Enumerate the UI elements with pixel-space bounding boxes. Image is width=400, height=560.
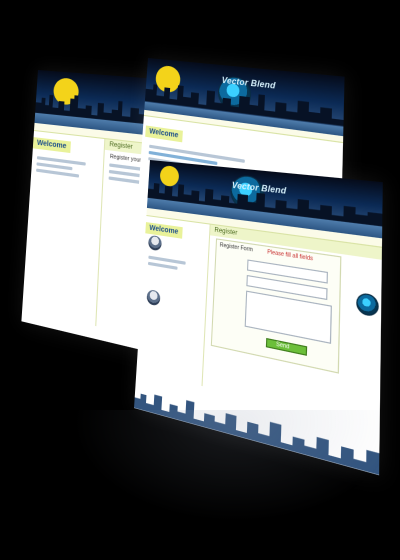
form-label: Register Form: [219, 241, 254, 254]
error-message: Please fill all fields: [267, 248, 314, 263]
send-label: Send: [275, 340, 290, 351]
sidebar: Welcome: [136, 215, 211, 387]
register-form: Register Form Please fill all fields Sen…: [210, 238, 342, 374]
send-button[interactable]: Send: [265, 337, 308, 356]
perspective-stage: Welcome Register Register your account V…: [0, 0, 400, 560]
floor-reflection: [60, 410, 380, 530]
user-avatar-icon: [148, 234, 162, 252]
sidebar: Welcome: [22, 130, 106, 327]
side-logo-icon: [356, 291, 379, 318]
main-content: Register Register Form Please fill all f…: [203, 224, 382, 430]
sidebar-line: [147, 261, 178, 270]
user-avatar-icon: [146, 288, 161, 307]
